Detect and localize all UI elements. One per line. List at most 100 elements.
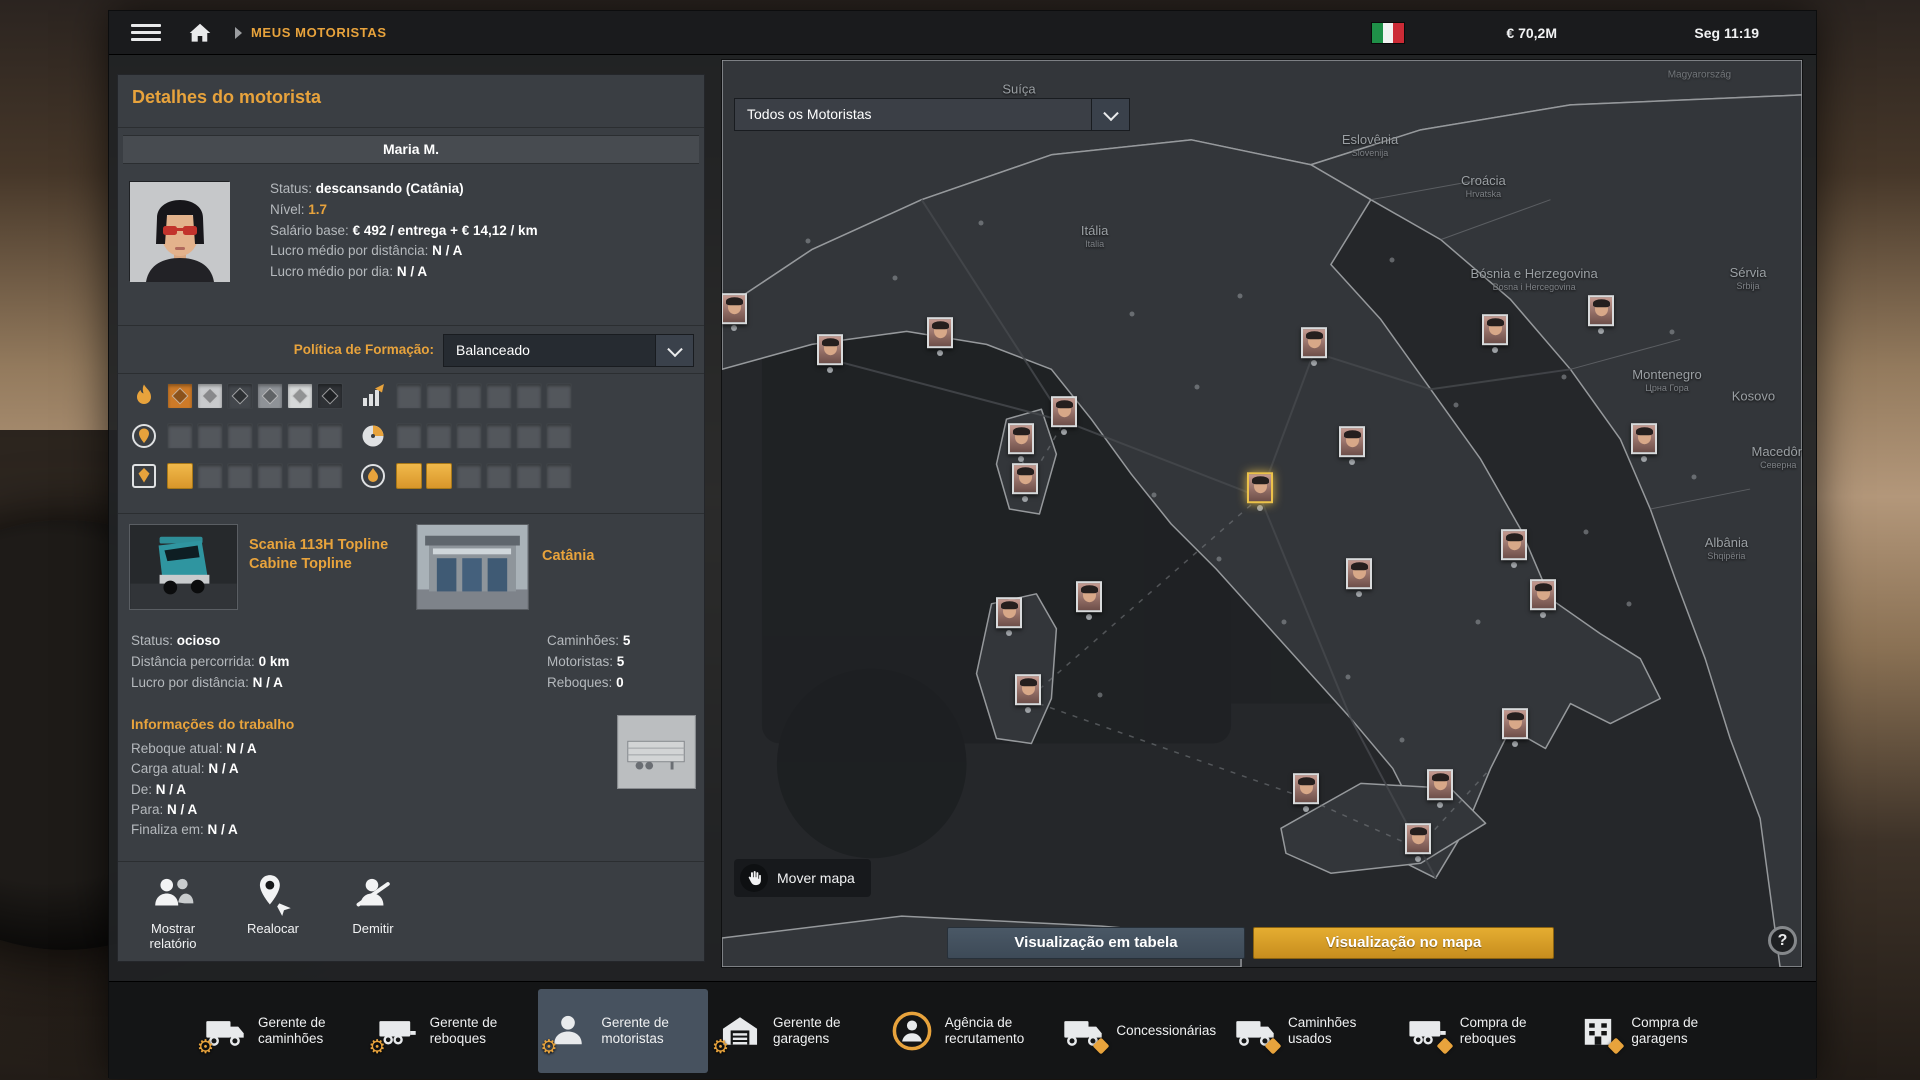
city-dot <box>892 275 897 280</box>
driver-marker[interactable] <box>1076 581 1102 612</box>
breadcrumb-arrow-icon <box>235 27 242 39</box>
garage-name[interactable]: Catânia <box>542 548 594 564</box>
long-distance-icon <box>130 422 158 450</box>
skill-level-cell <box>546 423 572 449</box>
driver-marker[interactable] <box>1502 708 1528 739</box>
city-dot <box>1018 456 1024 462</box>
driver-marker[interactable] <box>1301 327 1327 358</box>
tab-trailer-manager[interactable]: ⚙ Gerente de reboques <box>367 989 537 1073</box>
tab-garage-purchase[interactable]: Compra de garagens <box>1568 989 1738 1073</box>
city-dot <box>1216 556 1221 561</box>
stat-label: De: <box>131 782 152 797</box>
action-label: Mostrar relatório <box>130 921 216 951</box>
driver-marker[interactable] <box>1501 530 1527 561</box>
map-graphic <box>722 60 1802 967</box>
chevron-down-icon[interactable] <box>655 335 693 366</box>
truck-name[interactable]: Scania 113H Topline Cabine Topline <box>249 536 417 574</box>
city-dot <box>1006 630 1012 636</box>
tab-label: Concessionárias <box>1116 1023 1212 1039</box>
driver-marker[interactable] <box>1015 675 1041 706</box>
gear-icon: ⚙ <box>197 1038 214 1057</box>
tab-dealerships[interactable]: Concessionárias <box>1053 989 1223 1073</box>
garage-purchase-icon <box>1576 1009 1620 1053</box>
stat-value: 5 <box>617 654 625 669</box>
stat-row: Lucro médio por dia: N / A <box>270 262 696 283</box>
tab-recruitment-agency[interactable]: Agência de recrutamento <box>882 989 1052 1073</box>
skill-level-cell <box>197 383 223 409</box>
driver-filter-dropdown[interactable]: Todos os Motoristas <box>734 98 1130 131</box>
drivers-map[interactable]: SuíçaMagyarországEslovêniaSlovenijaCroác… <box>721 59 1803 968</box>
move-map-label: Mover mapa <box>777 870 855 886</box>
driver-marker[interactable] <box>1530 579 1556 610</box>
driver-marker[interactable] <box>1482 315 1508 346</box>
training-policy-row: Política de Formação: Balanceado <box>118 325 704 374</box>
stat-label: Reboques: <box>547 675 612 690</box>
driver-marker[interactable] <box>1427 769 1453 800</box>
driver-marker[interactable] <box>1012 463 1038 494</box>
city-dot <box>1627 602 1632 607</box>
stat-row: Nível: 1.7 <box>270 200 696 221</box>
driver-info: Status: descansando (Catânia)Nível: 1.7S… <box>270 179 696 283</box>
italy-flag-icon <box>1371 22 1405 44</box>
tab-garage-manager[interactable]: ⚙Gerente de garagens <box>710 989 880 1073</box>
skill-level-cell <box>167 383 193 409</box>
stat-value: N / A <box>226 741 256 756</box>
table-view-button[interactable]: Visualização em tabela <box>947 927 1245 959</box>
stat-label: Nível: <box>270 202 305 217</box>
driver-marker-selected[interactable] <box>1247 472 1273 503</box>
driver-marker[interactable] <box>1293 773 1319 804</box>
city-dot <box>1152 493 1157 498</box>
city-dot <box>1346 674 1351 679</box>
stat-label: Carga atual: <box>131 761 205 776</box>
map-view-button[interactable]: Visualização no mapa <box>1253 927 1554 959</box>
report-button[interactable]: Mostrar relatório <box>130 871 216 951</box>
driver-marker[interactable] <box>1051 396 1077 427</box>
chevron-down-icon[interactable] <box>1091 99 1129 130</box>
stat-value: € 492 / entrega + € 14,12 / km <box>353 223 538 238</box>
breadcrumb[interactable]: MEUS MOTORISTAS <box>251 25 387 40</box>
driver-marker[interactable] <box>927 317 953 348</box>
stat-row: Para: N / A <box>131 800 257 820</box>
job-info: Reboque atual: N / ACarga atual: N / ADe… <box>131 739 257 840</box>
driver-marker[interactable] <box>1346 559 1372 590</box>
training-policy-dropdown[interactable]: Balanceado <box>443 334 694 367</box>
driver-marker[interactable] <box>996 598 1022 629</box>
city-dot <box>827 367 833 373</box>
tab-label: Gerente de reboques <box>430 1015 526 1047</box>
high-value-skill-row <box>130 461 343 491</box>
driver-marker[interactable] <box>1008 423 1034 454</box>
stat-row: Finaliza em: N / A <box>131 820 257 840</box>
panel-title: Detalhes do motorista <box>132 87 321 108</box>
tab-used-trucks[interactable]: Caminhões usados <box>1225 989 1395 1073</box>
tab-driver-manager[interactable]: ⚙Gerente de motoristas <box>538 989 708 1073</box>
stat-row: Motoristas: 5 <box>547 652 630 673</box>
garage-manager-icon: ⚙ <box>718 1009 762 1053</box>
dismiss-button[interactable]: Demitir <box>330 871 416 951</box>
relocate-button[interactable]: Realocar <box>230 871 316 951</box>
city-dot <box>1025 707 1031 713</box>
skill-level-cell <box>317 383 343 409</box>
game-datetime: Seg 11:19 <box>1694 25 1759 41</box>
driver-marker[interactable] <box>1631 423 1657 454</box>
move-map-button[interactable]: Mover mapa <box>734 859 871 897</box>
tab-truck-manager[interactable]: ⚙Gerente de caminhões <box>195 989 365 1073</box>
driver-marker[interactable] <box>1588 295 1614 326</box>
stat-value: N / A <box>397 264 427 279</box>
job-info-title: Informações do trabalho <box>131 716 294 732</box>
truck-thumbnail[interactable] <box>129 524 238 610</box>
relocate-icon <box>250 871 296 917</box>
help-button[interactable]: ? <box>1768 926 1797 955</box>
menu-icon[interactable] <box>131 24 161 42</box>
driver-marker[interactable] <box>817 334 843 365</box>
trailer-manager-icon: ⚙ <box>375 1009 419 1053</box>
driver-marker[interactable] <box>1405 823 1431 854</box>
tab-label: Compra de garagens <box>1631 1015 1727 1047</box>
city-dot <box>1512 741 1518 747</box>
driver-marker[interactable] <box>721 293 747 324</box>
skill-level-cell <box>396 463 422 489</box>
driver-marker[interactable] <box>1339 426 1365 457</box>
tab-trailer-purchase[interactable]: Compra de reboques <box>1397 989 1567 1073</box>
city-dot <box>1195 384 1200 389</box>
home-icon[interactable] <box>187 20 213 46</box>
garage-thumbnail[interactable] <box>416 524 529 610</box>
